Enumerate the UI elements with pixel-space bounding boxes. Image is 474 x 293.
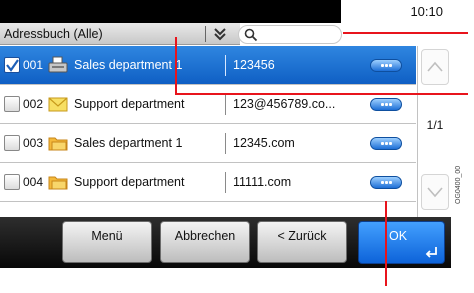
fax-icon — [48, 56, 68, 74]
status-bar: 10:10 — [0, 0, 451, 23]
entry-name: Sales department 1 — [74, 136, 183, 150]
scroll-down-button[interactable] — [421, 174, 449, 210]
callout-line-detail — [385, 201, 387, 286]
page-indicator: 1/1 — [426, 118, 444, 132]
back-button[interactable]: < Zurück — [257, 221, 347, 263]
ok-button-label: OK — [389, 229, 408, 243]
list-item[interactable]: 003 Sales department 1 12345.com — [0, 124, 416, 163]
address-book-dropdown[interactable]: Adressbuch (Alle) — [0, 23, 240, 45]
column-divider — [225, 55, 226, 76]
checkbox[interactable] — [4, 135, 20, 151]
chevron-down-icon — [427, 187, 443, 198]
detail-button[interactable] — [370, 176, 402, 189]
search-field[interactable] — [238, 25, 342, 44]
touch-panel-screen: 10:10 Adressbuch (Alle) 001 Sales depart… — [0, 0, 451, 268]
dropdown-separator — [205, 26, 206, 42]
entry-number: 003 — [23, 136, 44, 150]
chevron-up-icon — [427, 61, 443, 72]
list-item[interactable]: 001 Sales department 1 123456 — [0, 46, 416, 85]
folder-icon — [48, 134, 68, 152]
callout-line-search — [343, 32, 468, 34]
entry-number: 002 — [23, 97, 44, 111]
column-divider — [225, 94, 226, 115]
column-divider — [225, 133, 226, 154]
checkbox-checked[interactable] — [4, 57, 20, 73]
scroll-up-button[interactable] — [421, 49, 449, 85]
clock: 10:10 — [341, 0, 451, 23]
filter-bar: Adressbuch (Alle) — [0, 23, 451, 45]
back-button-label: < Zurück — [277, 229, 327, 243]
detail-button[interactable] — [370, 137, 402, 150]
cancel-button[interactable]: Abbrechen — [160, 221, 250, 263]
list-item[interactable]: 002 Support department 123@456789.co... — [0, 85, 416, 124]
list-item[interactable]: 004 Support department 11111.com — [0, 163, 416, 202]
callout-line-dropdown-v — [175, 37, 177, 94]
entry-number: 001 — [23, 58, 44, 72]
detail-button[interactable] — [370, 59, 402, 72]
entry-address: 12345.com — [233, 136, 295, 150]
bottom-toolbar: Menü Abbrechen < Zurück OK — [0, 217, 451, 268]
callout-line-dropdown-h — [175, 93, 468, 95]
entry-number: 004 — [23, 175, 44, 189]
page-scroller: 1/1 — [417, 46, 451, 217]
checkbox[interactable] — [4, 174, 20, 190]
entry-address: 123456 — [233, 58, 275, 72]
ok-button[interactable]: OK — [358, 221, 445, 264]
column-divider — [225, 172, 226, 193]
entry-address: 123@456789.co... — [233, 97, 336, 111]
figure-code: OG0400_00 — [455, 165, 462, 204]
entry-name: Sales department 1 — [74, 58, 183, 72]
menu-button-label: Menü — [91, 229, 123, 243]
cancel-button-label: Abbrechen — [174, 229, 236, 243]
folder-icon — [48, 173, 68, 191]
detail-button[interactable] — [370, 98, 402, 111]
filter-bar-blank — [344, 23, 451, 45]
address-book-label: Adressbuch (Alle) — [4, 27, 103, 41]
checkbox[interactable] — [4, 96, 20, 112]
search-icon — [244, 28, 258, 42]
entry-address: 11111.com — [233, 175, 292, 189]
double-chevron-down-icon — [212, 26, 228, 42]
enter-icon — [425, 247, 437, 258]
entry-name: Support department — [74, 175, 185, 189]
check-icon — [6, 59, 19, 72]
menu-button[interactable]: Menü — [62, 221, 152, 263]
envelope-icon — [48, 95, 68, 113]
entry-name: Support department — [74, 97, 185, 111]
